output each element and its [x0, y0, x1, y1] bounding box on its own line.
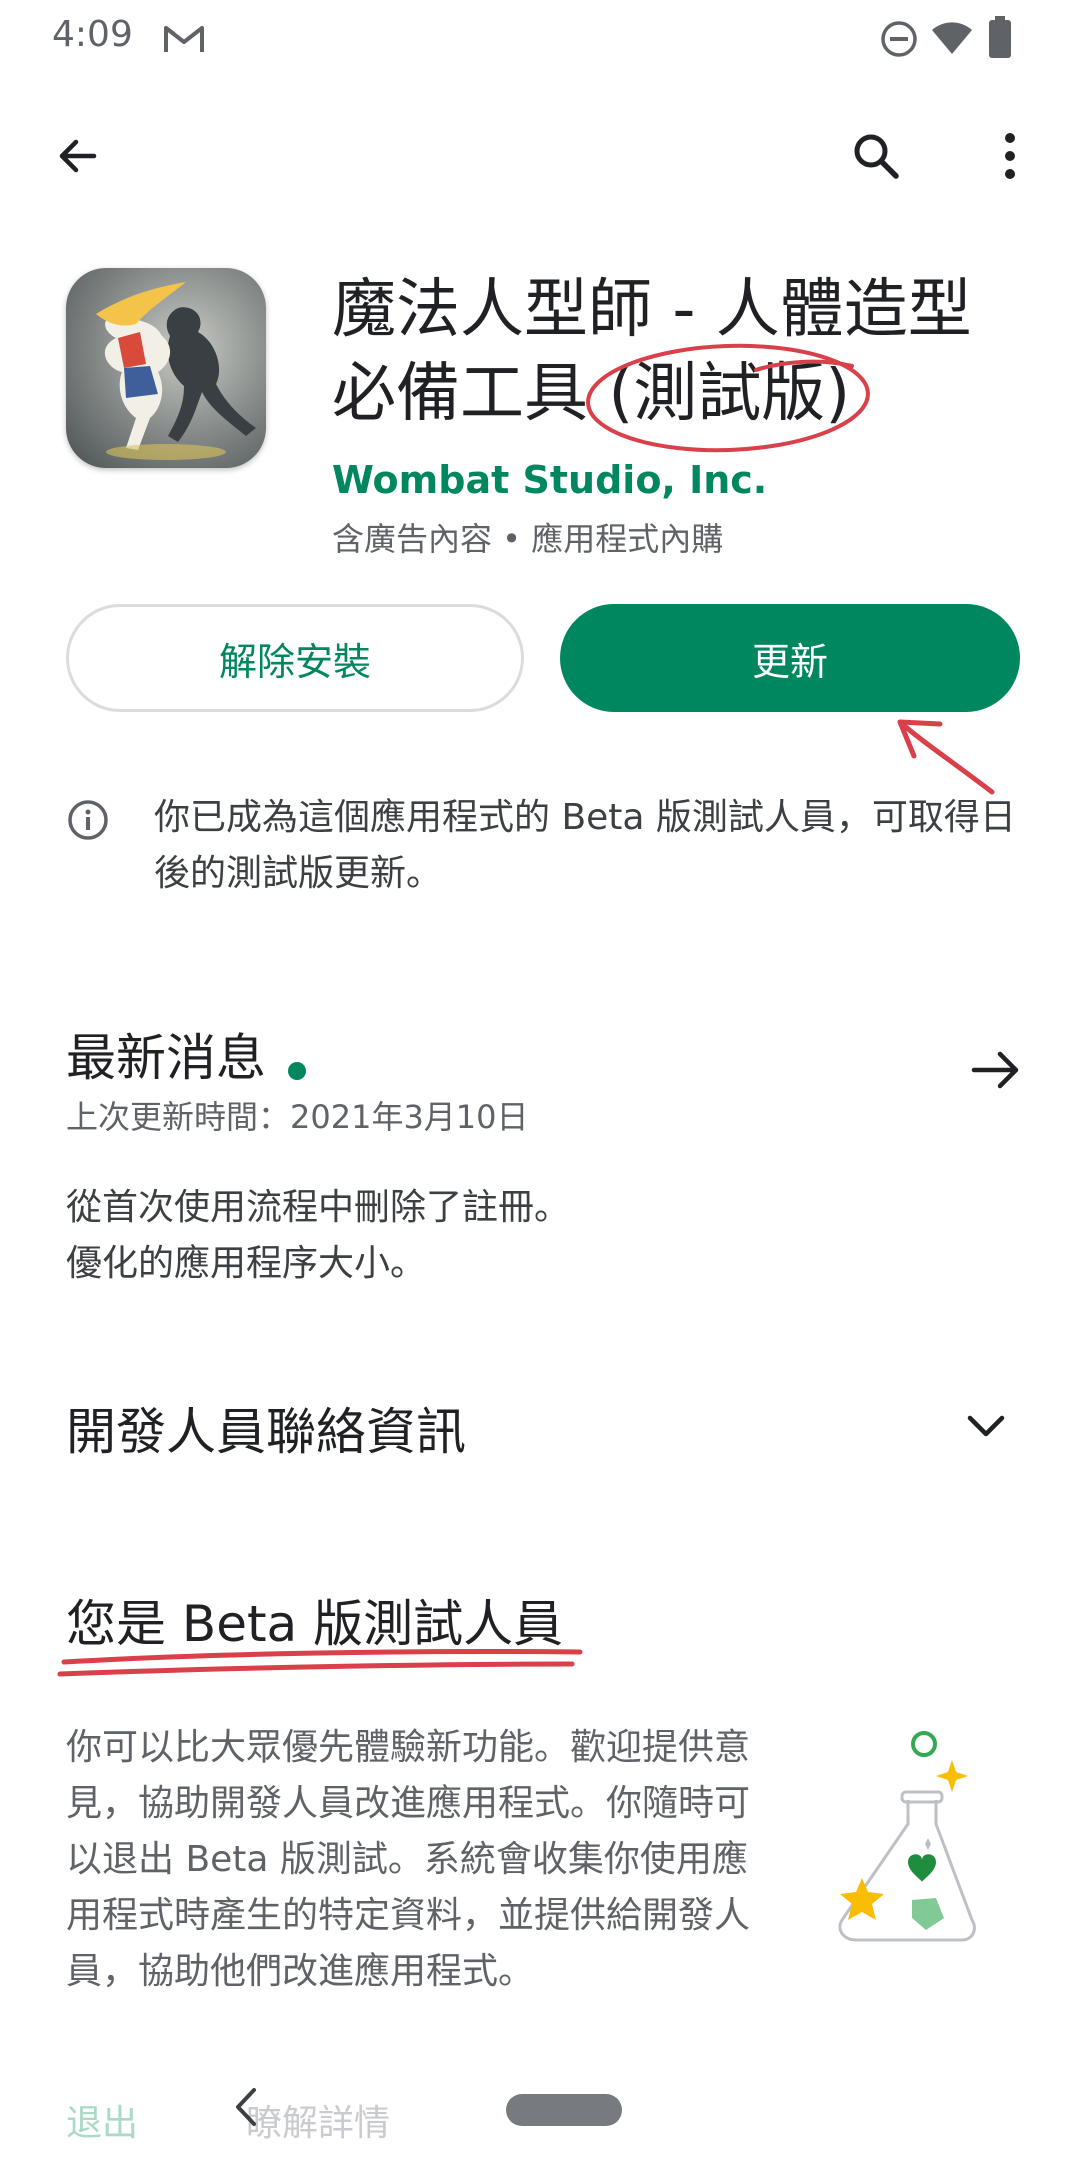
battery-icon	[989, 16, 1011, 58]
search-icon	[854, 134, 899, 179]
beta-tester-notice: 你已成為這個應用程式的 Beta 版測試人員，可取得日後的測試版更新。	[154, 797, 1016, 894]
top-app-bar	[0, 110, 1080, 210]
leave-beta-link[interactable]: 退出	[66, 2094, 138, 2146]
nav-home-pill[interactable]	[506, 2094, 622, 2126]
learn-more-link[interactable]: 瞭解詳情	[246, 2094, 390, 2146]
developer-contact-title[interactable]: 開發人員聯絡資訊	[66, 1392, 466, 1464]
beta-flask-illustration	[838, 1731, 976, 1942]
app-title: 魔法人型師 - 人體造型必備工具 (測試版)	[332, 273, 972, 431]
release-note-item: 從首次使用流程中刪除了註冊。	[66, 1187, 571, 1228]
uninstall-button[interactable]: 解除安裝	[66, 604, 524, 712]
last-updated-date: 上次更新時間：2021年3月10日	[66, 1098, 529, 1136]
expand-more-icon[interactable]	[956, 1396, 1016, 1456]
more-options-button[interactable]	[970, 116, 1050, 196]
do-not-disturb-icon	[881, 21, 917, 57]
arrow-forward-icon	[971, 1051, 1019, 1089]
annotation-arrow	[897, 719, 995, 795]
more-vert-icon	[1005, 133, 1015, 179]
nav-back-icon[interactable]	[226, 2082, 266, 2132]
back-button[interactable]	[38, 116, 118, 196]
info-icon	[68, 800, 108, 840]
release-note-item: 優化的應用程序大小。	[66, 1243, 427, 1284]
search-button[interactable]	[836, 116, 916, 196]
release-notes: 從首次使用流程中刪除了註冊。 優化的應用程序大小。	[66, 1180, 570, 1292]
beta-section-title: 您是 Beta 版測試人員	[66, 1595, 564, 1653]
app-ads-iap-info: 含廣告內容 • 應用程式內購	[332, 520, 724, 558]
gmail-icon	[164, 26, 204, 52]
beta-section-description: 你可以比大眾優先體驗新功能。歡迎提供意見，協助開發人員改進應用程式。你隨時可以退…	[66, 1727, 751, 1992]
app-artwork-icon	[96, 282, 256, 460]
whats-new-section-header[interactable]: 最新消息 上次更新時間：2021年3月10日	[66, 1018, 1026, 1138]
developer-link[interactable]: Wombat Studio, Inc.	[332, 458, 767, 502]
new-indicator-dot	[288, 1061, 306, 1080]
app-icon	[66, 268, 266, 468]
back-arrow-icon	[59, 139, 97, 173]
status-time: 4:09	[52, 14, 133, 55]
status-bar: 4:09	[0, 0, 1080, 76]
app-details-page: 4:09 魔法人型師 - 人體造型必備工具 (測試版) Wombat Studi…	[0, 0, 1080, 2160]
wifi-icon	[932, 22, 972, 54]
whats-new-title: 最新消息	[66, 1029, 266, 1087]
update-button[interactable]: 更新	[560, 604, 1020, 712]
